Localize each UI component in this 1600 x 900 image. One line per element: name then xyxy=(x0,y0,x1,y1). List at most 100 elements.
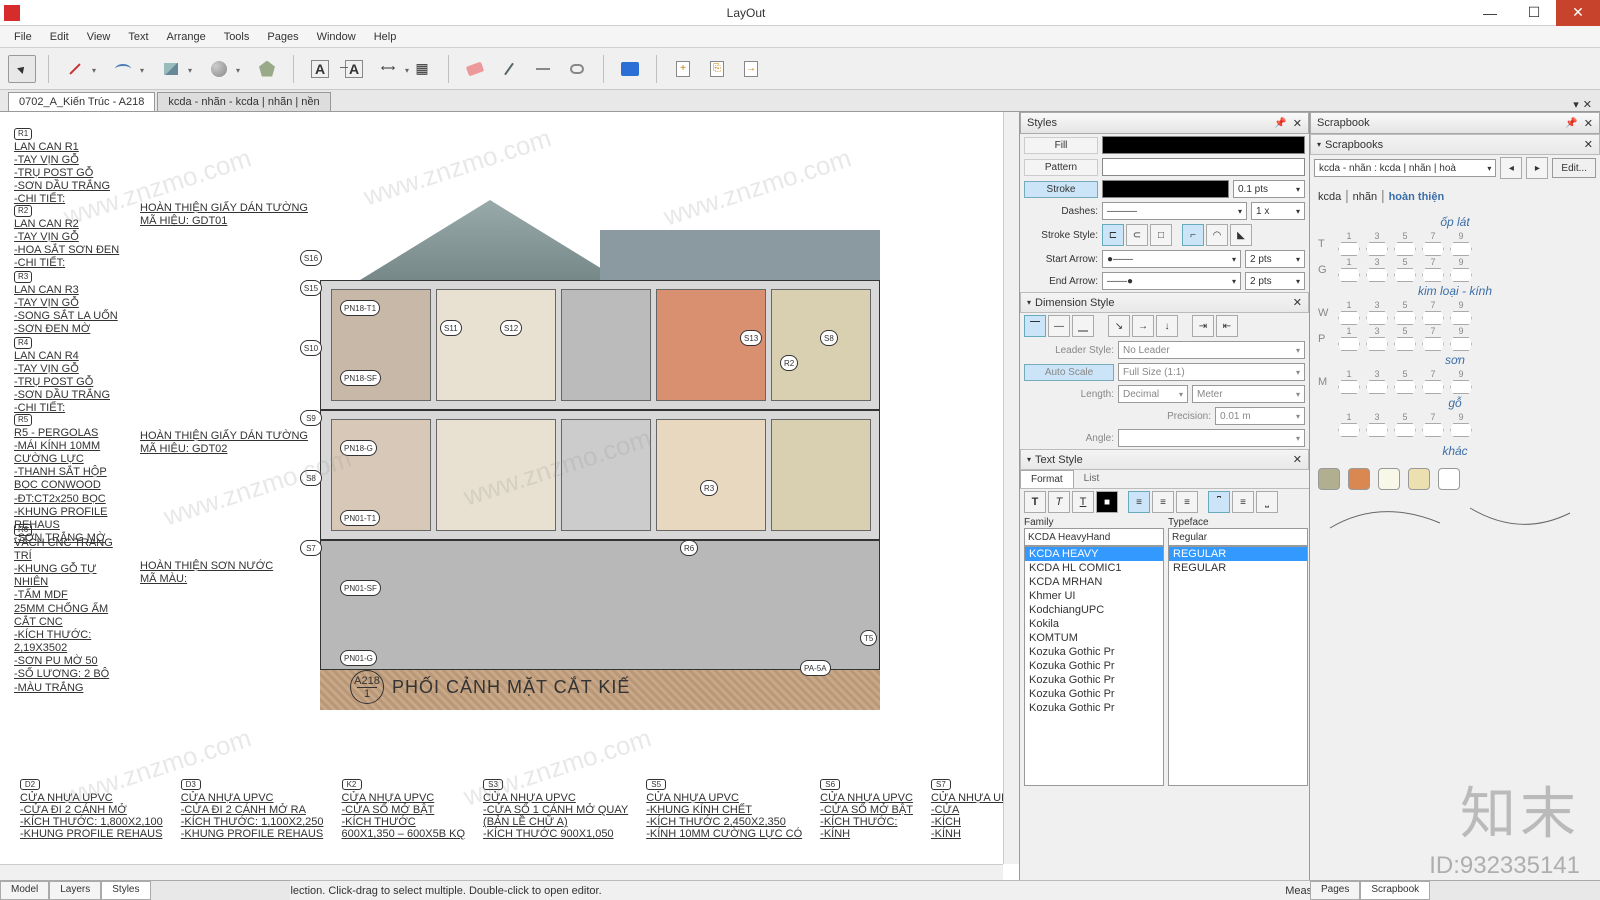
minimize-button[interactable]: — xyxy=(1468,0,1512,26)
align-center[interactable]: ≡ xyxy=(1152,491,1174,513)
room-tag[interactable]: R2 xyxy=(780,355,798,371)
stroke-swatch[interactable] xyxy=(1102,180,1229,198)
maximize-button[interactable]: ☐ xyxy=(1512,0,1556,26)
scrapbook-grid[interactable]: ốp látT13579G13579kim loại - kínhW13579P… xyxy=(1310,209,1600,442)
leader-select[interactable]: No Leader xyxy=(1118,341,1305,359)
menu-arrange[interactable]: Arrange xyxy=(159,29,214,45)
color-swatch[interactable] xyxy=(1438,468,1460,490)
dim-out[interactable]: ⇤ xyxy=(1216,315,1238,337)
annotation[interactable]: K2CỬA NHỰA UPVC-CỬA SỔ MỞ BẬT-KÍCH THƯỚC… xyxy=(342,779,466,840)
tab-1[interactable]: kcda - nhãn - kcda | nhãn | nền xyxy=(157,92,330,111)
text-tab-format[interactable]: Format xyxy=(1020,470,1074,488)
room-tag[interactable]: S8 xyxy=(820,330,838,346)
annotation[interactable]: R6VÁCH CNC TRANG TRÍ-KHUNG GỖ TỰ NHIÊN-T… xyxy=(14,524,124,695)
text-tool[interactable]: A xyxy=(306,55,334,83)
bold-button[interactable]: T xyxy=(1024,491,1046,513)
room-tag[interactable]: PN01-SF xyxy=(340,580,381,596)
dim-straight[interactable]: ↘ xyxy=(1108,315,1130,337)
fill-swatch[interactable] xyxy=(1102,136,1305,154)
dim-horiz[interactable]: → xyxy=(1132,315,1154,337)
menu-window[interactable]: Window xyxy=(309,29,364,45)
text-tab-list[interactable]: List xyxy=(1074,470,1110,488)
close-icon[interactable]: ✕ xyxy=(1584,138,1593,151)
label-tool[interactable]: A xyxy=(340,55,368,83)
scrapbook-select[interactable]: kcda - nhãn : kcda | nhãn | hoà xyxy=(1314,159,1496,177)
menu-edit[interactable]: Edit xyxy=(42,29,77,45)
room-tag[interactable]: PN01-G xyxy=(340,650,377,666)
underline-button[interactable]: T xyxy=(1072,491,1094,513)
tab-dropdown-icon[interactable]: ▾ xyxy=(1573,98,1579,111)
menu-help[interactable]: Help xyxy=(366,29,405,45)
canvas[interactable]: R1LAN CAN R1-TAY VỊN GỖ-TRỤ POST GỖ-SƠN … xyxy=(0,112,1020,880)
room-tag[interactable]: S12 xyxy=(500,320,522,336)
section-tag[interactable]: S15 xyxy=(300,280,322,296)
start-arrow-select[interactable]: ●—— xyxy=(1102,250,1241,268)
cap-round[interactable]: ⊂ xyxy=(1126,224,1148,246)
menu-file[interactable]: File xyxy=(6,29,40,45)
valign-mid[interactable]: ≡ xyxy=(1232,491,1254,513)
scrapbook-curves[interactable] xyxy=(1320,498,1580,538)
close-button[interactable]: ✕ xyxy=(1556,0,1600,26)
fill-toggle[interactable]: Fill xyxy=(1024,137,1098,154)
scrapbook-swatches[interactable] xyxy=(1310,460,1600,498)
scrapbook-header[interactable]: Scrapbook📌✕ xyxy=(1310,112,1600,134)
room-tag[interactable]: S13 xyxy=(740,330,762,346)
tab-layers[interactable]: Layers xyxy=(49,881,101,900)
line-tool[interactable] xyxy=(61,55,89,83)
italic-button[interactable]: T xyxy=(1048,491,1070,513)
cap-square[interactable]: □ xyxy=(1150,224,1172,246)
color-swatch[interactable] xyxy=(1318,468,1340,490)
length-format[interactable]: Decimal xyxy=(1118,385,1188,403)
annotation[interactable]: R3LAN CAN R3-TAY VỊN GỖ-SONG SẮT LA UỐN-… xyxy=(14,271,124,336)
annotation[interactable]: HOÀN THIỆN GIẤY DÁN TƯỜNGMÃ HIỆU: GDT01 xyxy=(140,202,308,228)
scrollbar-horizontal[interactable] xyxy=(0,864,1003,880)
dim-center[interactable]: — xyxy=(1048,315,1070,337)
cap-flat[interactable]: ⊏ xyxy=(1102,224,1124,246)
scrapbook-next[interactable]: ▸ xyxy=(1526,157,1548,179)
room-tag[interactable]: PN18-T1 xyxy=(340,300,380,316)
room-tag[interactable]: PA-5A xyxy=(800,660,831,676)
tab-model[interactable]: Model xyxy=(0,881,49,900)
annotation[interactable]: D3CỬA NHỰA UPVC-CỬA ĐI 2 CÁNH MỞ RA-KÍCH… xyxy=(181,779,324,840)
align-right[interactable]: ≡ xyxy=(1176,491,1198,513)
tab-scrapbook[interactable]: Scrapbook xyxy=(1360,881,1430,900)
add-page-button[interactable]: + xyxy=(669,55,697,83)
dashes-select[interactable]: ——— xyxy=(1102,202,1247,220)
text-section[interactable]: Text Style✕ xyxy=(1020,449,1309,470)
room-tag[interactable]: R3 xyxy=(700,480,718,496)
dim-above[interactable]: ⎺ xyxy=(1024,315,1046,337)
color-button[interactable]: ■ xyxy=(1096,491,1118,513)
dimension-tool[interactable]: ⟷ xyxy=(374,55,402,83)
join-round[interactable]: ◠ xyxy=(1206,224,1228,246)
scrapbook-edit-button[interactable]: Edit... xyxy=(1552,158,1596,178)
tab-close-icon[interactable]: ✕ xyxy=(1583,98,1592,111)
stroke-width-select[interactable]: 0.1 pts xyxy=(1233,180,1305,198)
annotation[interactable]: R2LAN CAN R2-TAY VỊN GỖ-HOA SẮT SƠN ĐEN-… xyxy=(14,205,124,270)
typeface-list[interactable]: REGULARREGULAR xyxy=(1168,546,1308,786)
dimension-section[interactable]: Dimension Style✕ xyxy=(1020,292,1309,313)
family-input[interactable] xyxy=(1024,528,1164,546)
pattern-swatch[interactable] xyxy=(1102,158,1305,176)
table-tool[interactable]: ▦ xyxy=(408,55,436,83)
dim-vert[interactable]: ↓ xyxy=(1156,315,1178,337)
annotation[interactable]: S3CỬA NHỰA UPVC-CỬA SỔ 1 CÁNH MỞ QUAY(BẢ… xyxy=(483,779,628,840)
color-swatch[interactable] xyxy=(1408,468,1430,490)
precision-select[interactable]: 0.01 m xyxy=(1215,407,1305,425)
pattern-toggle[interactable]: Pattern xyxy=(1024,159,1098,176)
room-tag[interactable]: PN01-T1 xyxy=(340,510,380,526)
tab-pages[interactable]: Pages xyxy=(1310,881,1360,900)
close-icon[interactable]: ✕ xyxy=(1293,453,1302,466)
room-tag[interactable]: R6 xyxy=(680,540,698,556)
section-tag[interactable]: S16 xyxy=(300,250,322,266)
room-tag[interactable]: S11 xyxy=(440,320,462,336)
circle-tool[interactable] xyxy=(205,55,233,83)
align-left[interactable]: ≡ xyxy=(1128,491,1150,513)
select-tool[interactable] xyxy=(8,55,36,83)
section-tag[interactable]: S9 xyxy=(300,410,322,426)
section-tag[interactable]: S8 xyxy=(300,470,322,486)
polygon-tool[interactable] xyxy=(253,55,281,83)
annotation[interactable]: R4LAN CAN R4-TAY VỊN GỖ-TRỤ POST GỖ-SƠN … xyxy=(14,337,124,416)
duplicate-page-button[interactable]: ⎘ xyxy=(703,55,731,83)
tab-0[interactable]: 0702_A_Kiến Trúc - A218 xyxy=(8,92,155,111)
valign-top[interactable]: ⎴ xyxy=(1208,491,1230,513)
